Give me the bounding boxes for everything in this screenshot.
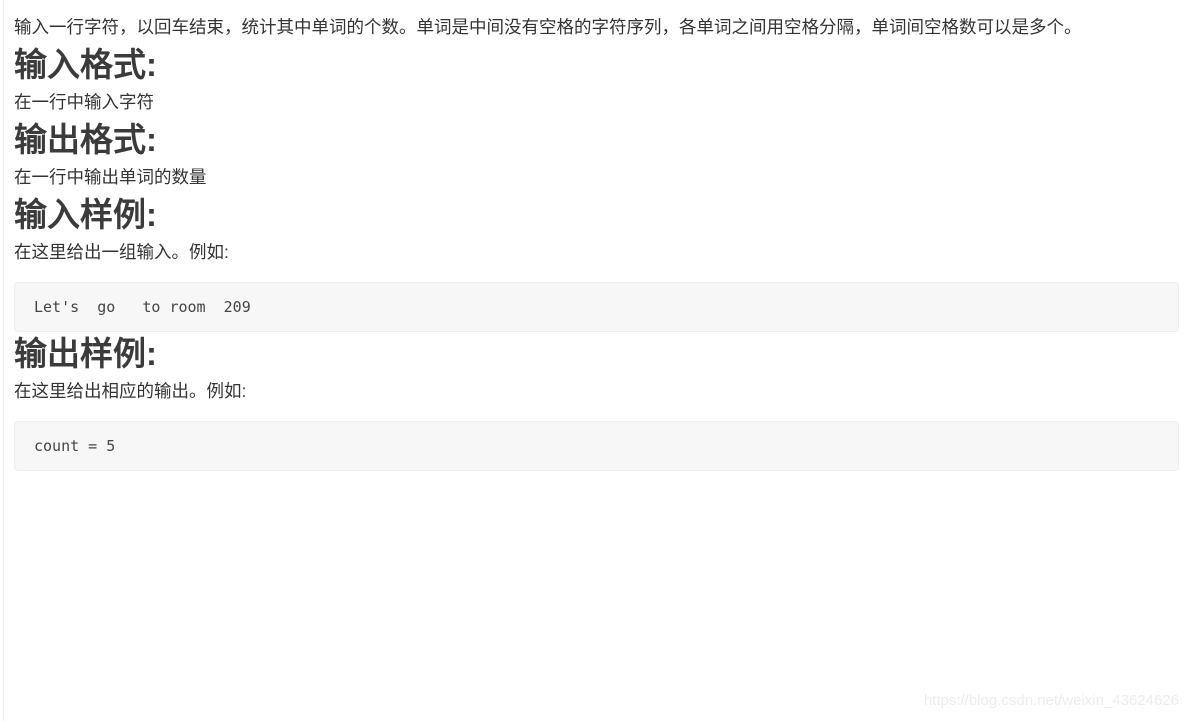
intro-paragraph: 输入一行字符，以回车结束，统计其中单词的个数。单词是中间没有空格的字符序列，各单… (14, 17, 1082, 37)
paragraph-output-sample: 在这里给出相应的输出。例如: (14, 381, 247, 401)
heading-output-format: 输出格式: (14, 121, 157, 158)
paragraph-input-format: 在一行中输入字符 (14, 92, 154, 112)
article-content: 输入一行字符，以回车结束，统计其中单词的个数。单词是中间没有空格的字符序列，各单… (0, 0, 1193, 471)
problem-statement-page: 输入一行字符，以回车结束，统计其中单词的个数。单词是中间没有空格的字符序列，各单… (0, 0, 1193, 721)
code-block-input-sample[interactable]: Let's go to room 209 (14, 282, 1179, 332)
code-text-output-sample: count = 5 (34, 437, 116, 455)
code-block-output-sample[interactable]: count = 5 (14, 421, 1179, 471)
code-text-input-sample: Let's go to room 209 (34, 298, 251, 316)
paragraph-output-format: 在一行中输出单词的数量 (14, 167, 207, 187)
heading-output-sample: 输出样例: (14, 335, 157, 372)
paragraph-input-sample: 在这里给出一组输入。例如: (14, 242, 229, 262)
heading-input-sample: 输入样例: (14, 196, 157, 233)
heading-input-format: 输入格式: (14, 46, 157, 83)
watermark-url: https://blog.csdn.net/weixin_43624626 (923, 692, 1179, 709)
